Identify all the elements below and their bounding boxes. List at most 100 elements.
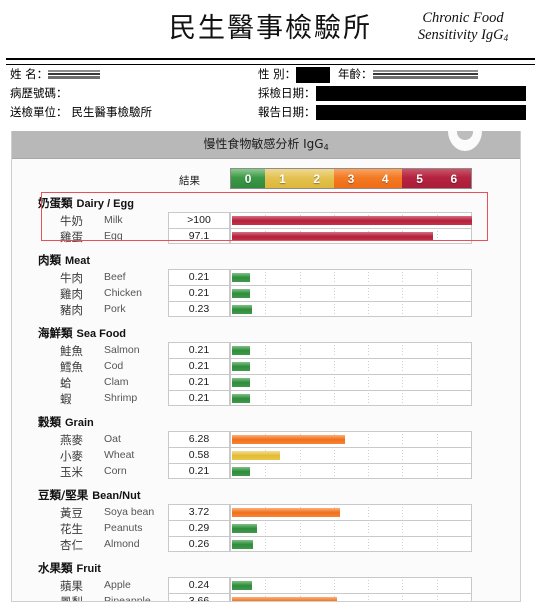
gridline — [402, 539, 404, 549]
gridline — [436, 272, 438, 283]
document-header: 民生醫事檢驗所 Chronic Food Sensitivity IgG4 — [0, 0, 541, 65]
food-row: 花生 Peanuts 0.29 — [12, 520, 520, 536]
food-result-value: 0.29 — [168, 520, 230, 536]
food-group-fruit: 水果類Fruit蘋果Apple0.24鳳梨Pineapple3.66香蕉Bana… — [12, 557, 520, 602]
food-group-meat: 肉類 Meat 牛肉 Beef 0.21 雞肉 Chicken 0.21 豬肉 Pork 0.23 — [12, 249, 520, 317]
food-row: 雞蛋 Egg 97.1 — [12, 228, 520, 244]
food-name-en: Oat — [104, 433, 121, 445]
group-heading: 豆類/堅果 Bean/Nut — [12, 484, 520, 504]
sensitivity-chart: 結果 0123456 奶蛋類 Dairy / Egg 牛奶 Milk >100 雞蛋 Egg… — [12, 168, 520, 602]
gender-redacted — [296, 66, 331, 83]
gridline — [402, 288, 404, 299]
gridline — [299, 288, 301, 299]
gridline — [333, 580, 335, 591]
food-name-cn: 蝦 — [60, 392, 72, 406]
group-heading: 穀類 Grain — [12, 411, 520, 431]
report-type-line1: Chronic Food — [422, 10, 504, 26]
gridline — [402, 580, 404, 591]
group-name-cn: 海鮮類 — [38, 326, 73, 340]
collect-date-label: 採檢日期： — [258, 86, 316, 100]
chart-number-field: 病歷號碼： — [10, 85, 68, 101]
gridline — [436, 361, 438, 372]
group-rows: 牛肉 Beef 0.21 雞肉 Chicken 0.21 豬肉 Pork 0.23 — [12, 269, 520, 317]
scale-segment-6: 6 — [436, 169, 471, 188]
gridline — [436, 304, 438, 314]
group-name-cn: 豆類/堅果 — [38, 488, 89, 502]
food-bar-track — [230, 301, 472, 317]
gridline — [299, 523, 301, 534]
food-row: 鳳梨 Pineapple 3.66 — [12, 593, 520, 602]
food-bar — [232, 362, 250, 371]
scale-segment-1: 1 — [265, 169, 300, 188]
report-type-line2: Sensitivity IgG — [417, 27, 504, 43]
food-name-cn: 鳳梨 — [60, 595, 83, 602]
food-bar — [232, 273, 250, 282]
food-name-cn: 玉米 — [60, 465, 83, 479]
gridline — [299, 361, 301, 372]
gridline — [436, 345, 438, 356]
food-name-en: Apple — [104, 579, 131, 591]
food-row: 豬肉 Pork 0.23 — [12, 301, 520, 317]
gridline — [436, 393, 438, 403]
food-name-en: Clam — [104, 376, 129, 388]
food-name-en: Chicken — [104, 287, 142, 299]
food-name-en: Peanuts — [104, 522, 143, 534]
patient-name-redacted — [48, 70, 101, 80]
group-name-en: Meat — [65, 255, 91, 267]
food-row: 燕麥 Oat 6.28 — [12, 431, 520, 447]
food-bar — [232, 435, 346, 444]
food-result-value: 3.66 — [168, 593, 230, 601]
food-result-value: 97.1 — [168, 228, 230, 244]
gridline — [368, 304, 370, 314]
gridline — [436, 523, 438, 534]
scale-segment-0: 0 — [231, 169, 266, 188]
food-name-en: Shrimp — [104, 392, 138, 404]
gridline — [333, 450, 335, 461]
gridline — [436, 434, 438, 445]
food-name-cn: 豬肉 — [60, 303, 83, 317]
food-row: 牛奶 Milk >100 — [12, 212, 520, 228]
food-name-cn: 牛肉 — [60, 271, 83, 285]
sender-field: 送檢單位： 民生醫事檢驗所 — [10, 104, 152, 120]
patient-name-field: 姓 名： — [10, 66, 101, 82]
gridline — [265, 272, 267, 283]
gridline — [402, 393, 404, 403]
food-bar-track — [230, 447, 472, 463]
food-result-value: 0.21 — [168, 342, 230, 358]
gridline — [333, 361, 335, 372]
class-scale-bar: 0123456 — [230, 168, 472, 189]
food-name-cn: 黃豆 — [60, 506, 83, 520]
gridline — [368, 466, 370, 476]
food-bar — [232, 289, 250, 298]
food-name-cn: 小麥 — [60, 449, 83, 463]
food-bar — [232, 540, 253, 549]
gridline — [299, 580, 301, 591]
gridline — [299, 377, 301, 388]
food-name-en: Wheat — [104, 449, 135, 461]
food-bar — [232, 346, 250, 355]
group-name-cn: 奶蛋類 — [38, 196, 73, 210]
food-result-value: 6.28 — [168, 431, 230, 447]
report-date-redacted — [315, 105, 526, 121]
gridline — [265, 345, 267, 356]
gridline — [333, 304, 335, 314]
gridline — [368, 288, 370, 299]
panel-title-bar: 慢性食物敏感分析 IgG4 — [12, 131, 520, 159]
gridline — [402, 272, 404, 283]
food-row: 小麥 Wheat 0.58 — [12, 447, 520, 463]
food-name-en: Almond — [104, 538, 140, 550]
gridline — [265, 377, 267, 388]
gridline — [265, 288, 267, 299]
gridline — [299, 345, 301, 356]
food-groups-container: 奶蛋類 Dairy / Egg 牛奶 Milk >100 雞蛋 Egg 97.1 肉類 Meat 牛… — [12, 192, 520, 602]
food-name-cn: 鮭魚 — [60, 344, 83, 358]
patient-name-label: 姓 名： — [10, 67, 49, 81]
gender-field: 性 別： — [258, 66, 331, 83]
food-result-value: 0.21 — [168, 269, 230, 285]
food-row: 蛤 Clam 0.21 — [12, 374, 520, 390]
food-result-value: 0.21 — [168, 463, 230, 479]
food-bar-track — [230, 577, 472, 593]
igg-subscript: 4 — [503, 33, 509, 43]
food-name-en: Soya bean — [104, 506, 155, 518]
gridline — [402, 596, 404, 601]
